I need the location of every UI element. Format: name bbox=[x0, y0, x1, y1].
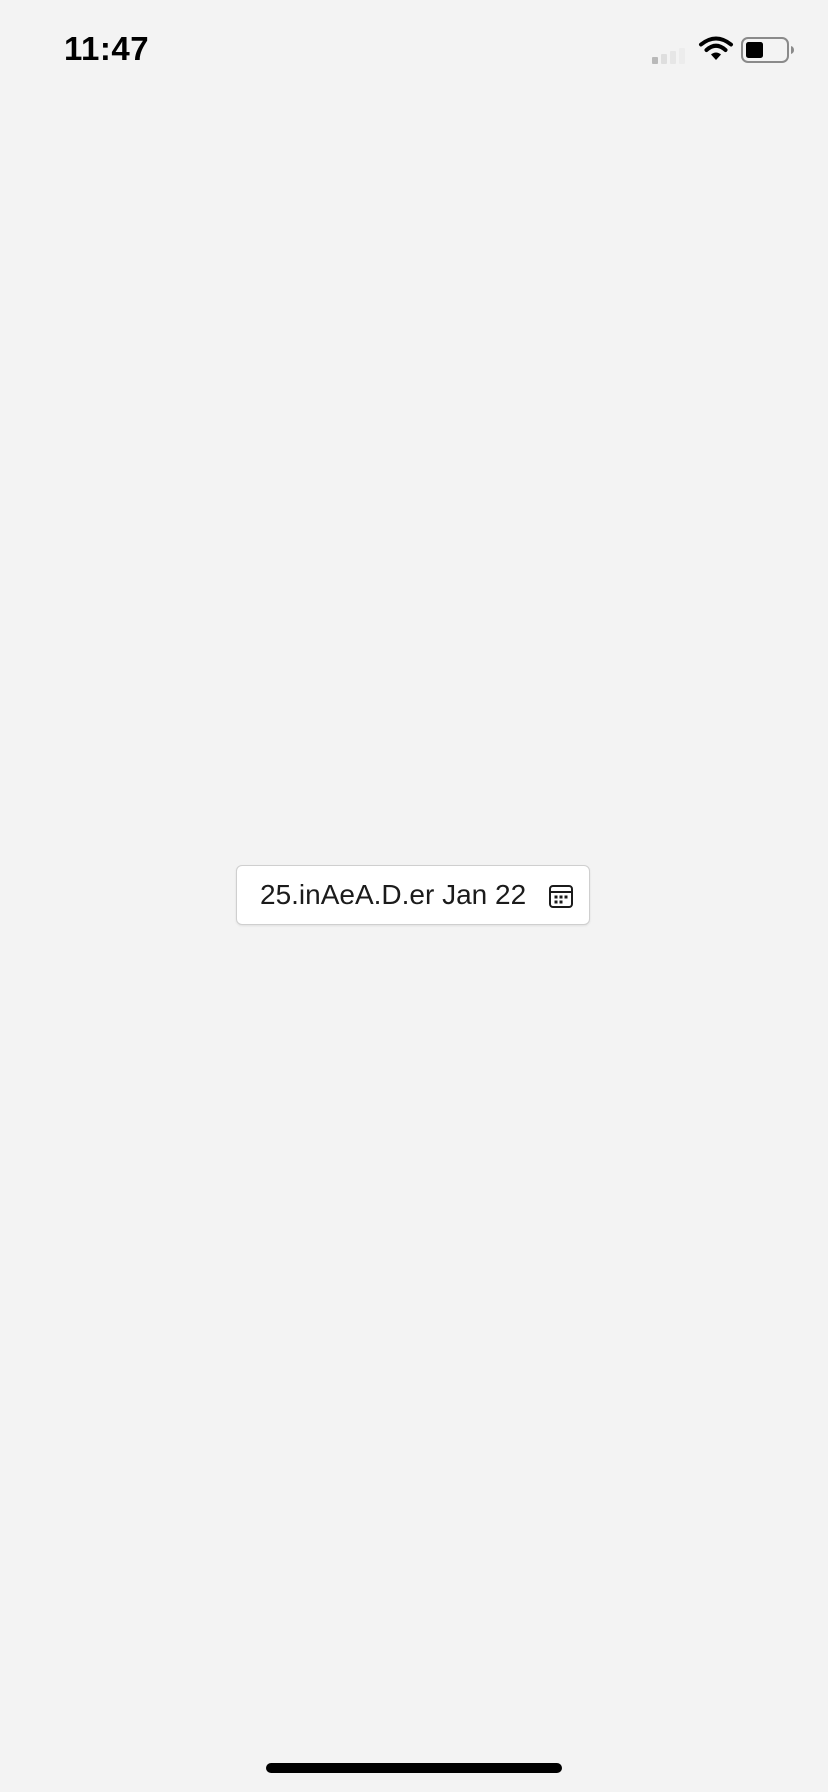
app-screen: 11:47 25.inAeA.D.er Jan 22 bbox=[0, 0, 828, 1792]
home-indicator[interactable] bbox=[266, 1763, 562, 1773]
date-picker-value: 25.inAeA.D.er Jan 22 bbox=[260, 879, 527, 910]
status-bar: 11:47 bbox=[0, 0, 828, 100]
cellular-signal-icon bbox=[652, 48, 685, 64]
calendar-icon[interactable] bbox=[548, 883, 574, 909]
status-time: 11:47 bbox=[64, 30, 150, 67]
wifi-icon bbox=[699, 36, 733, 60]
date-picker-field[interactable]: 25.inAeA.D.er Jan 22 bbox=[236, 865, 590, 925]
battery-icon bbox=[741, 37, 794, 63]
